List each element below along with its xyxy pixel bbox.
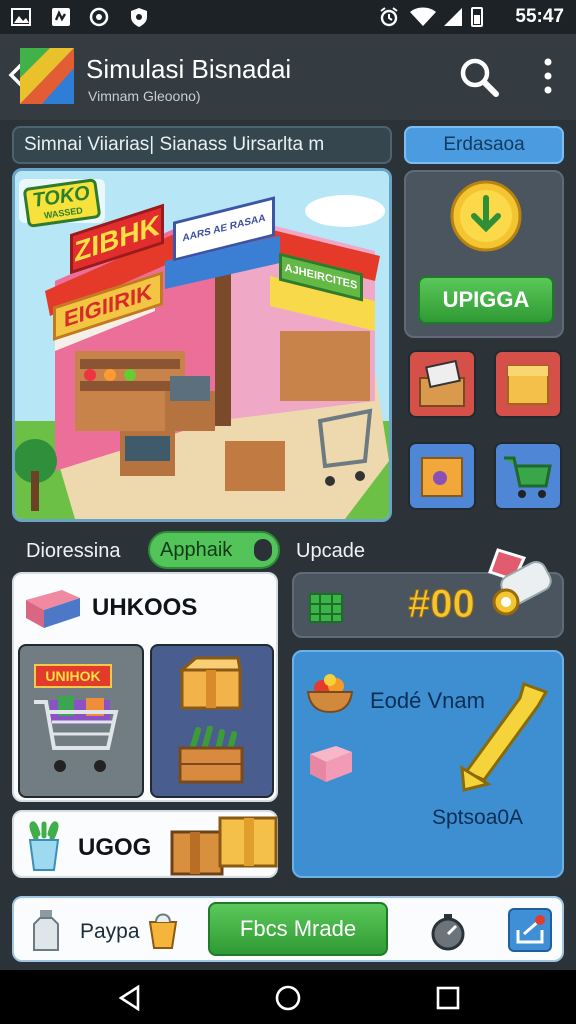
- app-bar: Simulasi Bisnadai Vimnam Gleoono): [0, 34, 576, 120]
- section-right-label: Upcade: [296, 540, 365, 562]
- more-options-icon[interactable]: [540, 56, 556, 96]
- sync-icon: [89, 7, 109, 27]
- basket-icon: [309, 593, 343, 623]
- inventory-tile-cart[interactable]: UNIHOK: [18, 644, 144, 798]
- alarm-icon: [380, 7, 398, 27]
- shopping-cart-icon: [504, 456, 552, 498]
- inventory-panel: UHKOOS UNIHOK: [12, 572, 278, 802]
- inventory-title: UHKOOS: [92, 594, 198, 621]
- laptop-box-icon: [419, 359, 465, 407]
- apply-toggle[interactable]: Apphaik: [148, 531, 280, 569]
- share-button[interactable]: [508, 908, 552, 952]
- boxes-icon: [170, 816, 278, 876]
- bottom-action-bar: Paypa Fbcs Mrade: [12, 896, 564, 962]
- fruit-bowl-icon: [306, 674, 354, 714]
- wifi-icon: [410, 7, 436, 26]
- shop-scene[interactable]: TOKO WASSED ZIBHK EIGIIRIK AARS AE RASAA…: [12, 168, 392, 522]
- battery-icon: [471, 7, 483, 27]
- bottom-left-label: Paypa: [80, 920, 140, 943]
- timer-icon[interactable]: [428, 912, 468, 952]
- toggle-knob: [254, 539, 272, 561]
- app-subtitle: Vimnam Gleoono): [88, 88, 201, 104]
- app-notification-icon: [52, 8, 70, 26]
- nav-home-icon[interactable]: [274, 984, 302, 1012]
- side-tab-button[interactable]: Erdasaoa: [404, 126, 564, 164]
- nav-back-icon[interactable]: [116, 984, 144, 1012]
- box-icon: [26, 590, 80, 628]
- app-logo: [20, 48, 74, 104]
- crate-icon: [507, 365, 549, 405]
- system-nav-bar: [0, 970, 576, 1024]
- vegetable-crate-icon: [178, 726, 244, 784]
- share-icon: [516, 915, 545, 944]
- download-coin-icon[interactable]: [450, 180, 522, 252]
- pink-box-icon: [310, 746, 352, 782]
- goods-label: UGOG: [78, 834, 152, 861]
- blue-panel-sub: Sptsoa0A: [432, 806, 524, 829]
- image-icon: [11, 8, 31, 26]
- item-tile-gift[interactable]: [408, 442, 476, 510]
- search-icon[interactable]: [458, 56, 500, 98]
- signal-icon: [444, 8, 462, 26]
- item-tile-box[interactable]: [494, 350, 562, 418]
- apply-toggle-label: Apphaik: [160, 539, 233, 561]
- upgrade-panel: UPIGGA: [404, 170, 564, 338]
- simulation-banner: Simnai Viiarias| Sianass Uirsarlta m: [12, 126, 392, 164]
- clock: 55:47: [515, 6, 564, 27]
- trade-button[interactable]: Fbcs Mrade: [208, 902, 388, 956]
- item-tile-laptop-box[interactable]: [408, 350, 476, 418]
- bottle-icon: [33, 910, 59, 951]
- blue-info-panel[interactable]: Eodé Vnam Sptsoa0A: [292, 650, 564, 878]
- gift-box-icon: [421, 457, 463, 497]
- shopping-cart-full-icon: [34, 696, 119, 772]
- inventory-tile-crates[interactable]: [150, 644, 274, 798]
- cart-sign: UNIHOK: [34, 664, 112, 688]
- goods-panel[interactable]: UGOG: [12, 810, 278, 878]
- score-value: #00: [408, 582, 476, 627]
- app-title: Simulasi Bisnadai: [86, 54, 292, 84]
- nav-recents-icon[interactable]: [434, 984, 462, 1012]
- pointer-arrow-icon: [460, 682, 549, 792]
- crate-icon: [177, 656, 242, 710]
- shield-icon: [131, 8, 147, 27]
- drink-cup-icon: [148, 913, 178, 949]
- status-bar: 55:47: [0, 0, 576, 34]
- upgrade-button[interactable]: UPIGGA: [418, 276, 554, 324]
- plant-cup-icon: [28, 821, 60, 871]
- item-tile-cart[interactable]: [494, 442, 562, 510]
- coin-roll-icon: [488, 548, 552, 616]
- section-left-label: Dioressina: [26, 540, 121, 562]
